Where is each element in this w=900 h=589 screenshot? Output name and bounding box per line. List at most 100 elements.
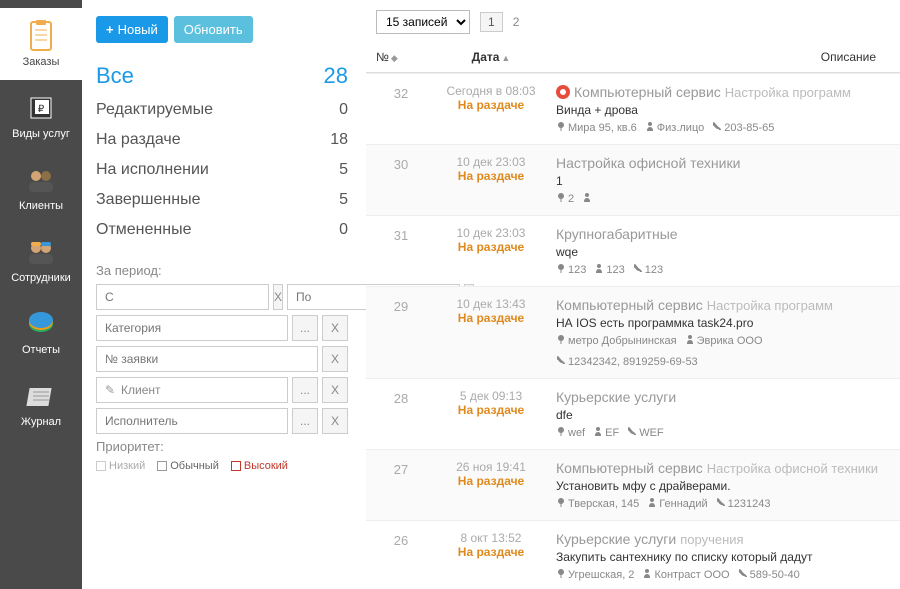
col-num[interactable]: №◆ xyxy=(376,50,426,64)
row-meta: wefEFWEF xyxy=(556,426,890,439)
chart-icon xyxy=(23,308,59,340)
table-row[interactable]: 2910 дек 13:43На раздачеКомпьютерный сер… xyxy=(366,286,900,378)
priority-normal[interactable]: Обычный xyxy=(157,460,219,472)
table-row[interactable]: 268 окт 13:52На раздачеКурьерские услуги… xyxy=(366,520,900,589)
row-meta: Мира 95, кв.6 Физ.лицо 203-85-65 xyxy=(556,121,890,134)
clear-executor[interactable]: X xyxy=(322,408,348,434)
nav-services[interactable]: ₽ Виды услуг xyxy=(0,80,82,152)
nav-staff[interactable]: Сотрудники xyxy=(0,224,82,296)
col-desc[interactable]: Описание xyxy=(556,50,890,64)
meta-item xyxy=(582,192,594,205)
nav-journal[interactable]: Журнал xyxy=(0,368,82,440)
category-item[interactable]: На исполнении5 xyxy=(96,155,348,185)
meta-item: Угрешская, 2 xyxy=(556,568,634,581)
priority-row: Низкий Обычный Высокий xyxy=(96,460,348,472)
page-2[interactable]: 2 xyxy=(513,15,520,29)
clear-category[interactable]: X xyxy=(322,315,348,341)
row-num: 26 xyxy=(376,531,426,581)
row-num: 32 xyxy=(376,84,426,134)
clear-from[interactable]: X xyxy=(273,284,283,310)
toolbar: Новый Обновить xyxy=(96,16,348,43)
client-browse[interactable]: ... xyxy=(292,377,318,403)
row-date: 5 дек 09:13На раздаче xyxy=(426,389,556,439)
sidebar: Новый Обновить Все28Редактируемые0На раз… xyxy=(82,0,362,589)
category-label: На раздаче xyxy=(96,131,181,149)
clear-client[interactable]: X xyxy=(322,377,348,403)
checkbox-icon xyxy=(96,461,106,471)
page-size-select[interactable]: 15 записей xyxy=(376,10,470,34)
category-item[interactable]: Редактируемые0 xyxy=(96,95,348,125)
table-row[interactable]: 2726 ноя 19:41На раздачеКомпьютерный сер… xyxy=(366,449,900,520)
row-desc: 1 xyxy=(556,174,890,188)
priority-low[interactable]: Низкий xyxy=(96,460,145,472)
meta-item: Физ.лицо xyxy=(645,121,704,134)
period-label: За период: xyxy=(96,263,348,278)
fire-icon xyxy=(556,85,570,99)
executor-input[interactable] xyxy=(96,408,288,434)
category-label: На исполнении xyxy=(96,161,209,179)
row-body: Компьютерный сервис Настройка программВи… xyxy=(556,84,890,134)
table-row[interactable]: 32Сегодня в 08:03На раздачеКомпьютерный … xyxy=(366,73,900,144)
priority-high[interactable]: Высокий xyxy=(231,460,288,472)
nav-reports[interactable]: Отчеты xyxy=(0,296,82,368)
date-from-input[interactable] xyxy=(96,284,269,310)
client-input[interactable]: ✎ Клиент xyxy=(96,377,288,403)
category-label: Отмененные xyxy=(96,221,191,239)
row-title: Компьютерный сервис Настройка программ xyxy=(556,84,890,100)
user-icon xyxy=(582,192,592,205)
meta-item: 203-85-65 xyxy=(712,121,774,134)
category-browse[interactable]: ... xyxy=(292,315,318,341)
row-num: 30 xyxy=(376,155,426,205)
phone-icon xyxy=(556,355,566,368)
category-label: Редактируемые xyxy=(96,101,213,119)
row-date: 10 дек 23:03На раздаче xyxy=(426,226,556,276)
category-item[interactable]: Все28 xyxy=(96,57,348,95)
new-button[interactable]: Новый xyxy=(96,16,168,43)
client-placeholder: Клиент xyxy=(121,383,161,397)
row-desc: wqe xyxy=(556,245,890,259)
pager: 15 записей 1 2 xyxy=(366,10,900,42)
category-item[interactable]: Отмененные 0 xyxy=(96,215,348,245)
col-date[interactable]: Дата▲ xyxy=(426,50,556,64)
category-count: 28 xyxy=(324,63,348,89)
pin-icon xyxy=(556,192,566,205)
row-meta: 2 xyxy=(556,192,890,205)
row-meta: 123123123 xyxy=(556,263,890,276)
clipboard-icon xyxy=(23,20,59,52)
row-title: Компьютерный сервис Настройка программ xyxy=(556,297,890,313)
nav-orders[interactable]: Заказы xyxy=(0,8,82,80)
category-count: 0 xyxy=(339,221,348,239)
row-desc: Закупить сантехнику по списку который да… xyxy=(556,550,890,564)
row-title: Настройка офисной техники xyxy=(556,155,890,171)
pin-icon xyxy=(556,497,566,510)
category-input[interactable] xyxy=(96,315,288,341)
row-date: 10 дек 13:43На раздаче xyxy=(426,297,556,368)
meta-item: 12342342, 8919259-69-53 xyxy=(556,355,698,368)
refresh-button[interactable]: Обновить xyxy=(174,16,253,43)
row-body: Крупногабаритныеwqe123123123 xyxy=(556,226,890,276)
meta-item: Эврика ООО xyxy=(685,334,763,347)
table-row[interactable]: 285 дек 09:13На раздачеКурьерские услуги… xyxy=(366,378,900,449)
ticket-input[interactable] xyxy=(96,346,318,372)
category-item[interactable]: На раздаче18 xyxy=(96,125,348,155)
meta-item: 2 xyxy=(556,192,574,205)
nav-label: Журнал xyxy=(0,416,82,428)
row-status: На раздаче xyxy=(426,545,556,559)
executor-browse[interactable]: ... xyxy=(292,408,318,434)
nav-clients[interactable]: Клиенты xyxy=(0,152,82,224)
table-row[interactable]: 3010 дек 23:03На раздачеНастройка офисно… xyxy=(366,144,900,215)
priority-label: Приоритет: xyxy=(96,439,348,454)
phone-icon xyxy=(716,497,726,510)
journal-icon xyxy=(23,380,59,412)
left-nav: Заказы ₽ Виды услуг Клиенты Сотрудники О… xyxy=(0,0,82,589)
row-meta: Угрешская, 2Контраст ООО589-50-40 xyxy=(556,568,890,581)
row-status: На раздаче xyxy=(426,311,556,325)
user-icon xyxy=(594,263,604,276)
category-item[interactable]: Завершенные5 xyxy=(96,185,348,215)
table-row[interactable]: 3110 дек 23:03На раздачеКрупногабаритные… xyxy=(366,215,900,286)
page-1[interactable]: 1 xyxy=(480,12,503,32)
meta-item: Мира 95, кв.6 xyxy=(556,121,637,134)
meta-item: 589-50-40 xyxy=(738,568,800,581)
clear-ticket[interactable]: X xyxy=(322,346,348,372)
pin-icon xyxy=(556,334,566,347)
